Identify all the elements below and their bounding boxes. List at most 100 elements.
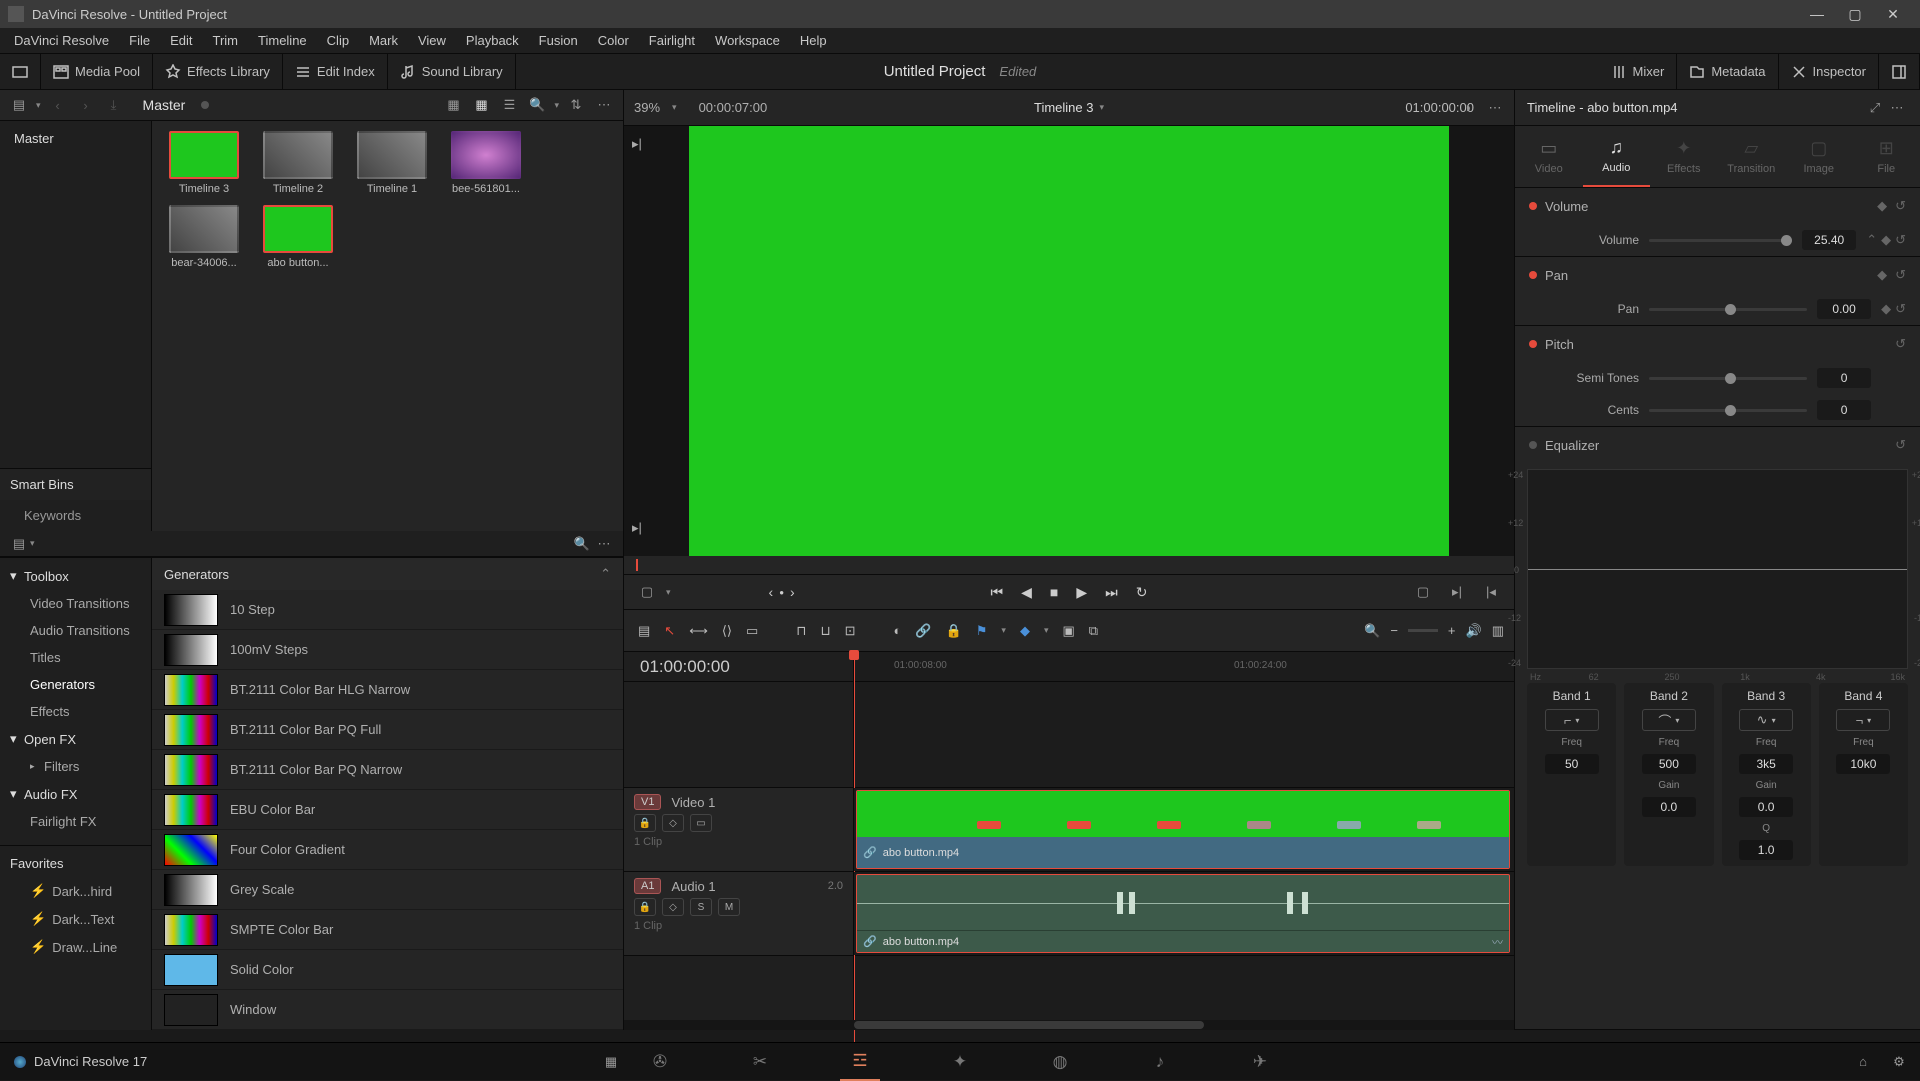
volume-slider[interactable] bbox=[1649, 239, 1792, 242]
tree-audio-transitions[interactable]: Audio Transitions bbox=[0, 617, 151, 644]
pool-thumbnail[interactable] bbox=[169, 205, 239, 253]
flag-icon[interactable]: ⚑ bbox=[976, 623, 988, 639]
media-pool-toggle[interactable]: Media Pool bbox=[41, 54, 153, 90]
pool-item[interactable]: bee-561801... bbox=[444, 131, 528, 195]
keyframe-icon[interactable]: ◆ bbox=[1877, 267, 1887, 283]
eq-freq-value[interactable]: 500 bbox=[1642, 754, 1696, 774]
timeline-current-tc[interactable]: 01:00:00:00 bbox=[624, 652, 854, 681]
close-button[interactable]: ✕ bbox=[1874, 0, 1912, 28]
menu-help[interactable]: Help bbox=[790, 28, 837, 54]
eq-graph[interactable]: +24 +12 0 -12 -24 +24 +12 -12 -24 Hz 62 … bbox=[1527, 469, 1908, 669]
viewer[interactable]: ▸| ▸| bbox=[624, 126, 1514, 556]
tab-file[interactable]: ⊞File bbox=[1853, 126, 1920, 187]
tree-effects[interactable]: Effects bbox=[0, 698, 151, 725]
generator-item[interactable]: BT.2111 Color Bar HLG Narrow bbox=[152, 670, 623, 710]
tree-toolbox[interactable]: ▾Toolbox bbox=[0, 562, 151, 590]
pool-item[interactable]: abo button... bbox=[256, 205, 340, 269]
generator-item[interactable]: EBU Color Bar bbox=[152, 790, 623, 830]
eq-band-name[interactable]: Band 3 bbox=[1747, 689, 1785, 703]
menu-trim[interactable]: Trim bbox=[203, 28, 249, 54]
menu-davinci-resolve[interactable]: DaVinci Resolve bbox=[4, 28, 119, 54]
value-step-icon[interactable]: ⌃ bbox=[1866, 232, 1877, 248]
replace-icon[interactable]: ⊡ bbox=[845, 623, 856, 639]
import-icon[interactable]: ⤓ bbox=[103, 94, 125, 116]
tree-fav-3[interactable]: ⚡ Draw...Line bbox=[0, 933, 151, 961]
linked-select-icon[interactable]: ⧉ bbox=[1089, 623, 1098, 639]
tab-transition[interactable]: ▱Transition bbox=[1718, 126, 1786, 187]
tab-image[interactable]: ▢Image bbox=[1785, 126, 1853, 187]
smart-bin-keywords[interactable]: Keywords bbox=[0, 500, 151, 531]
audio-lock-icon[interactable]: 🔒 bbox=[634, 898, 656, 916]
prev-clip-icon[interactable]: ‹ bbox=[769, 584, 774, 600]
next-edit-icon[interactable]: ▸| bbox=[632, 520, 642, 536]
generators-header[interactable]: Generators⌃ bbox=[152, 558, 623, 590]
tree-audio-fx[interactable]: ▾Audio FX bbox=[0, 780, 151, 808]
prev-frame-icon[interactable]: |◂ bbox=[1480, 581, 1502, 603]
eq-band-name[interactable]: Band 4 bbox=[1844, 689, 1882, 703]
overwrite-icon[interactable]: ⊔ bbox=[820, 623, 830, 639]
tree-filters[interactable]: ▸Filters bbox=[0, 753, 151, 780]
audio-clip[interactable]: 🔗abo button.mp4〰 bbox=[856, 874, 1510, 953]
view-thumb-icon[interactable]: ▦ bbox=[442, 94, 464, 116]
pool-item[interactable]: Timeline 1 bbox=[350, 131, 434, 195]
page-deliver[interactable]: ✈ bbox=[1240, 1043, 1280, 1081]
keyframe-icon[interactable]: ◆ bbox=[1877, 198, 1887, 214]
go-start-icon[interactable]: ⏮ bbox=[991, 584, 1004, 601]
timeline-hscroll[interactable] bbox=[624, 1020, 1514, 1030]
viewer-options-icon[interactable]: ⋯ bbox=[1484, 97, 1506, 119]
view-grid-icon[interactable]: ▦ bbox=[470, 94, 492, 116]
sound-library-toggle[interactable]: Sound Library bbox=[388, 54, 516, 90]
nav-fwd-icon[interactable]: › bbox=[75, 94, 97, 116]
solo-button[interactable]: S bbox=[690, 898, 712, 916]
page-fusion[interactable]: ✦ bbox=[940, 1043, 980, 1081]
tree-fairlight-fx[interactable]: Fairlight FX bbox=[0, 808, 151, 835]
effects-search-icon[interactable]: 🔍 bbox=[571, 533, 593, 555]
generator-item[interactable]: Four Color Gradient bbox=[152, 830, 623, 870]
video-clip[interactable]: 🔗abo button.mp4 bbox=[856, 790, 1510, 869]
mute-button[interactable]: M bbox=[718, 898, 740, 916]
volume-section[interactable]: Volume◆ ↺ bbox=[1515, 188, 1920, 224]
viewer-left-tc[interactable]: 00:00:07:00 bbox=[699, 100, 768, 115]
page-color[interactable]: ◍ bbox=[1040, 1043, 1080, 1081]
menu-fairlight[interactable]: Fairlight bbox=[639, 28, 705, 54]
link-icon[interactable]: 🔗 bbox=[915, 623, 931, 639]
audio-toggle-icon[interactable]: 🔊 bbox=[1466, 623, 1482, 639]
pan-section[interactable]: Pan◆ ↺ bbox=[1515, 257, 1920, 293]
next-frame-icon[interactable]: ▸| bbox=[1446, 581, 1468, 603]
tab-video[interactable]: ▭Video bbox=[1515, 126, 1583, 187]
edit-index-toggle[interactable]: Edit Index bbox=[283, 54, 388, 90]
sort-icon[interactable]: ⇅ bbox=[565, 94, 587, 116]
video-track-header[interactable]: V1 Video 1 🔒 ◇ ▭ 1 Clip bbox=[624, 788, 854, 871]
menu-edit[interactable]: Edit bbox=[160, 28, 202, 54]
tree-generators[interactable]: Generators bbox=[0, 671, 151, 698]
maximize-button[interactable]: ▢ bbox=[1836, 0, 1874, 28]
search-icon[interactable]: 🔍 bbox=[526, 94, 548, 116]
media-options-icon[interactable]: ⋯ bbox=[593, 94, 615, 116]
generator-item[interactable]: 10 Step bbox=[152, 590, 623, 630]
eq-filter-shape[interactable]: ∿ ▾ bbox=[1739, 709, 1793, 731]
pool-thumbnail[interactable] bbox=[263, 131, 333, 179]
reset-icon[interactable]: ↺ bbox=[1895, 267, 1906, 283]
zoom-slider[interactable] bbox=[1408, 629, 1438, 632]
effects-collapse-icon[interactable]: ▤ bbox=[8, 533, 30, 555]
minimize-button[interactable]: — bbox=[1798, 0, 1836, 28]
track-dest-v1[interactable]: V1 bbox=[634, 794, 661, 810]
reset-icon[interactable]: ↺ bbox=[1895, 232, 1906, 248]
master-bin[interactable]: Master bbox=[0, 121, 151, 156]
viewer-timeline-name[interactable]: Timeline 3▾ bbox=[1034, 100, 1104, 115]
eq-filter-shape[interactable]: ⌐ ▾ bbox=[1545, 709, 1599, 731]
play-icon[interactable]: ▶ bbox=[1076, 584, 1087, 601]
track-auto-select-icon[interactable]: ◇ bbox=[662, 814, 684, 832]
pan-value[interactable]: 0.00 bbox=[1817, 299, 1871, 319]
generator-item[interactable]: BT.2111 Color Bar PQ Full bbox=[152, 710, 623, 750]
bypass-icon[interactable]: ◑ bbox=[1456, 97, 1478, 119]
snap-icon[interactable]: ▣ bbox=[1062, 623, 1074, 639]
inspector-options-icon[interactable]: ⋯ bbox=[1886, 97, 1908, 119]
page-fairlight[interactable]: ♪ bbox=[1140, 1043, 1180, 1081]
audio-track-header[interactable]: A1 Audio 1 2.0 🔒 ◇ S M 1 Clip bbox=[624, 872, 854, 955]
tl-layout-icon[interactable]: ▥ bbox=[1492, 623, 1504, 639]
project-manager-icon[interactable]: ▦ bbox=[600, 1051, 622, 1073]
timeline-ruler[interactable]: 01:00:08:00 01:00:24:00 bbox=[854, 652, 1514, 681]
viewer-scrubber[interactable] bbox=[624, 556, 1514, 574]
effects-library-toggle[interactable]: Effects Library bbox=[153, 54, 283, 90]
